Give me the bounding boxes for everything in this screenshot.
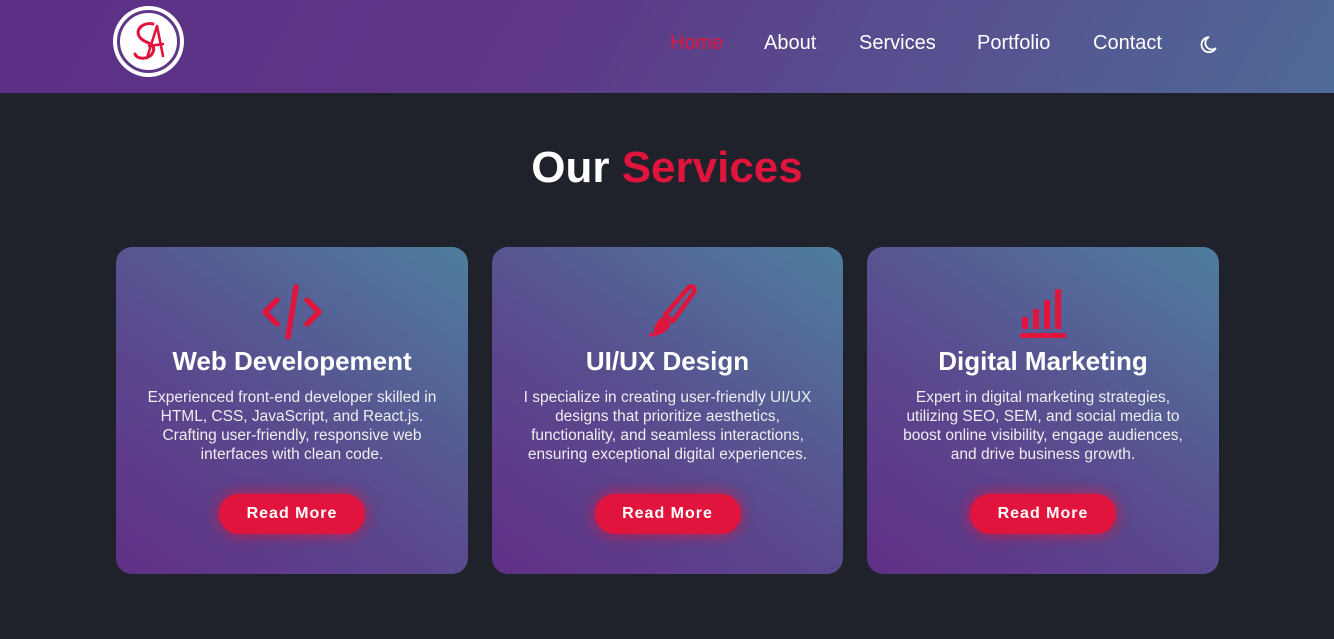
logo[interactable] — [113, 6, 184, 77]
card-description: Expert in digital marketing strategies, … — [903, 389, 1183, 463]
read-more-button[interactable]: Read More — [970, 494, 1116, 534]
nav-home[interactable]: Home — [670, 32, 723, 55]
theme-toggle-button[interactable] — [1200, 33, 1222, 55]
service-card-ui-ux-design: UI/UX Design I specialize in creating us… — [492, 247, 843, 574]
card-title: Web Developement — [172, 346, 412, 376]
paintbrush-icon — [648, 284, 697, 337]
card-icon-wrapper — [116, 283, 468, 341]
card-description: Experienced front-end developer skilled … — [147, 389, 437, 463]
card-icon-wrapper — [867, 283, 1219, 341]
signature-logo-icon — [133, 21, 164, 60]
service-card-web-development: Web Developement Experienced front-end d… — [116, 247, 468, 574]
card-icon-wrapper — [492, 283, 843, 341]
card-title: UI/UX Design — [585, 346, 750, 376]
card-title: Digital Marketing — [938, 346, 1148, 376]
section-title-prefix: Our — [531, 143, 610, 192]
read-more-button[interactable]: Read More — [594, 494, 741, 534]
site-header: Home About Services Portfolio Contact — [0, 0, 1334, 93]
card-description: I specialize in creating user-friendly U… — [523, 389, 812, 463]
moon-icon — [1200, 36, 1217, 54]
code-icon — [262, 284, 322, 340]
nav-contact[interactable]: Contact — [1093, 32, 1162, 55]
bar-chart-icon — [1020, 289, 1066, 338]
nav-portfolio[interactable]: Portfolio — [977, 32, 1050, 55]
nav-about[interactable]: About — [764, 32, 816, 55]
section-title-accent: Services — [621, 143, 803, 192]
nav-services[interactable]: Services — [859, 32, 936, 55]
logo-ring — [117, 10, 180, 73]
section-title: Our Services — [0, 143, 1334, 193]
read-more-button[interactable]: Read More — [219, 494, 365, 534]
service-card-digital-marketing: Digital Marketing Expert in digital mark… — [867, 247, 1219, 574]
